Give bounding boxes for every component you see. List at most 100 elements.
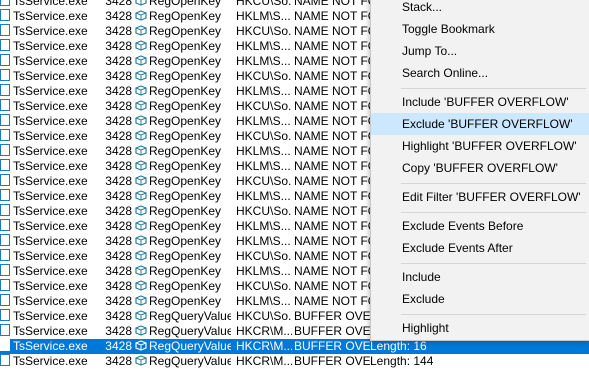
process-name-cell: TsService.exe (0, 9, 100, 24)
registry-cube-icon (135, 235, 147, 246)
path-cell-text: HKCU\So... (236, 0, 292, 8)
process-window-icon (0, 264, 10, 276)
operation-cell-text: RegOpenKey (149, 234, 222, 248)
operation-cell: RegOpenKey (135, 264, 231, 279)
operation-cell: RegOpenKey (135, 129, 231, 144)
process-window-icon (0, 279, 10, 291)
pid-cell-text: 3428 (105, 144, 132, 158)
operation-cell-text: RegOpenKey (149, 9, 222, 23)
menu-item[interactable]: Include 'BUFFER OVERFLOW' (371, 91, 589, 113)
result-cell: NAME NOT FOUND (294, 9, 370, 24)
operation-cell: RegQueryValue (135, 309, 231, 324)
pid-cell-text: 3428 (105, 279, 132, 293)
pid-cell-text: 3428 (105, 114, 132, 128)
process-name-cell: TsService.exe (0, 84, 100, 99)
result-cell-text: NAME NOT FOUND (294, 279, 370, 293)
path-cell-text: HKLM\S... (236, 114, 291, 128)
result-cell: NAME NOT FOUND (294, 264, 370, 279)
registry-cube-icon (135, 160, 147, 171)
path-cell: HKLM\S... (236, 159, 292, 174)
path-cell-text: HKCU\So... (236, 204, 292, 218)
menu-item[interactable]: Toggle Bookmark (371, 18, 589, 40)
menu-item[interactable]: Edit Filter 'BUFFER OVERFLOW' (371, 186, 589, 208)
path-cell-text: HKCU\So... (236, 249, 292, 263)
pid-cell-text: 3428 (105, 0, 132, 8)
pid-cell-text: 3428 (105, 339, 132, 353)
path-cell: HKLM\S... (236, 189, 292, 204)
pid-cell-text: 3428 (105, 249, 132, 263)
operation-cell-text: RegOpenKey (149, 24, 222, 38)
menu-item[interactable]: Exclude 'BUFFER OVERFLOW' (371, 113, 589, 135)
pid-cell: 3428 (104, 54, 132, 69)
table-row[interactable]: TsService.exe 3428 RegQueryValue HKCR\M... B… (0, 339, 589, 354)
menu-item[interactable]: Include (371, 266, 589, 288)
path-cell-text: HKCU\So... (236, 129, 292, 143)
process-window-icon (0, 294, 10, 306)
operation-cell: RegOpenKey (135, 24, 231, 39)
detail-cell-text: Length: 16 (370, 339, 427, 353)
process-window-icon (0, 159, 10, 171)
operation-cell-text: RegOpenKey (149, 279, 222, 293)
result-cell: NAME NOT FOUND (294, 24, 370, 39)
menu-separator (401, 212, 586, 213)
operation-cell-text: RegOpenKey (149, 99, 222, 113)
menu-item[interactable]: Exclude Events Before (371, 215, 589, 237)
process-name-cell: TsService.exe (0, 54, 100, 69)
pid-cell: 3428 (104, 264, 132, 279)
process-window-icon (0, 234, 10, 246)
path-cell-text: HKLM\S... (236, 54, 291, 68)
menu-item[interactable]: Search Online... (371, 62, 589, 84)
process-name-cell-text: TsService.exe (13, 99, 88, 113)
process-name-cell: TsService.exe (0, 69, 100, 84)
process-window-icon (0, 219, 10, 231)
process-name-cell: TsService.exe (0, 249, 100, 264)
path-cell-text: HKCR\M... (236, 324, 292, 338)
menu-item[interactable]: Stack... (371, 0, 589, 18)
path-cell: HKLM\S... (236, 234, 292, 249)
pid-cell-text: 3428 (105, 294, 132, 308)
registry-cube-icon (135, 100, 147, 111)
operation-cell: RegOpenKey (135, 69, 231, 84)
process-window-icon (0, 309, 10, 321)
process-name-cell-text: TsService.exe (13, 54, 88, 68)
process-window-icon (0, 204, 10, 216)
operation-cell-text: RegOpenKey (149, 114, 222, 128)
pid-cell: 3428 (104, 9, 132, 24)
result-cell: NAME NOT FOUND (294, 294, 370, 309)
path-cell-text: HKCU\So... (236, 24, 292, 38)
result-cell: BUFFER OVERFL... (294, 339, 370, 354)
registry-cube-icon (135, 40, 147, 51)
process-name-cell: TsService.exe (0, 144, 100, 159)
menu-item[interactable]: Exclude Events After (371, 237, 589, 259)
path-cell-text: HKCR\M... (236, 354, 292, 368)
process-window-icon (0, 174, 10, 186)
menu-separator (401, 183, 586, 184)
menu-item[interactable]: Copy 'BUFFER OVERFLOW' (371, 157, 589, 179)
pid-cell-text: 3428 (105, 354, 132, 368)
process-window-icon (0, 324, 10, 336)
process-name-cell-text: TsService.exe (13, 339, 88, 353)
process-name-cell: TsService.exe (0, 99, 100, 114)
operation-cell-text: RegOpenKey (149, 144, 222, 158)
process-name-cell: TsService.exe (0, 0, 100, 9)
menu-item[interactable]: Jump To... (371, 40, 589, 62)
path-cell: HKLM\S... (236, 9, 292, 24)
registry-cube-icon (135, 145, 147, 156)
result-cell-text: NAME NOT FOUND (294, 84, 370, 98)
pid-cell-text: 3428 (105, 54, 132, 68)
pid-cell: 3428 (104, 39, 132, 54)
pid-cell: 3428 (104, 204, 132, 219)
menu-item[interactable]: Highlight 'BUFFER OVERFLOW' (371, 135, 589, 157)
result-cell: NAME NOT FOUND (294, 219, 370, 234)
result-cell-text: NAME NOT FOUND (294, 159, 370, 173)
process-name-cell: TsService.exe (0, 129, 100, 144)
path-cell: HKCU\So... (236, 204, 292, 219)
pid-cell-text: 3428 (105, 129, 132, 143)
result-cell: NAME NOT FOUND (294, 159, 370, 174)
menu-item[interactable]: Exclude (371, 288, 589, 310)
path-cell-text: HKLM\S... (236, 39, 291, 53)
process-name-cell-text: TsService.exe (13, 114, 88, 128)
menu-item[interactable]: Highlight (371, 317, 589, 339)
process-name-cell: TsService.exe (0, 234, 100, 249)
process-name-cell: TsService.exe (0, 189, 100, 204)
